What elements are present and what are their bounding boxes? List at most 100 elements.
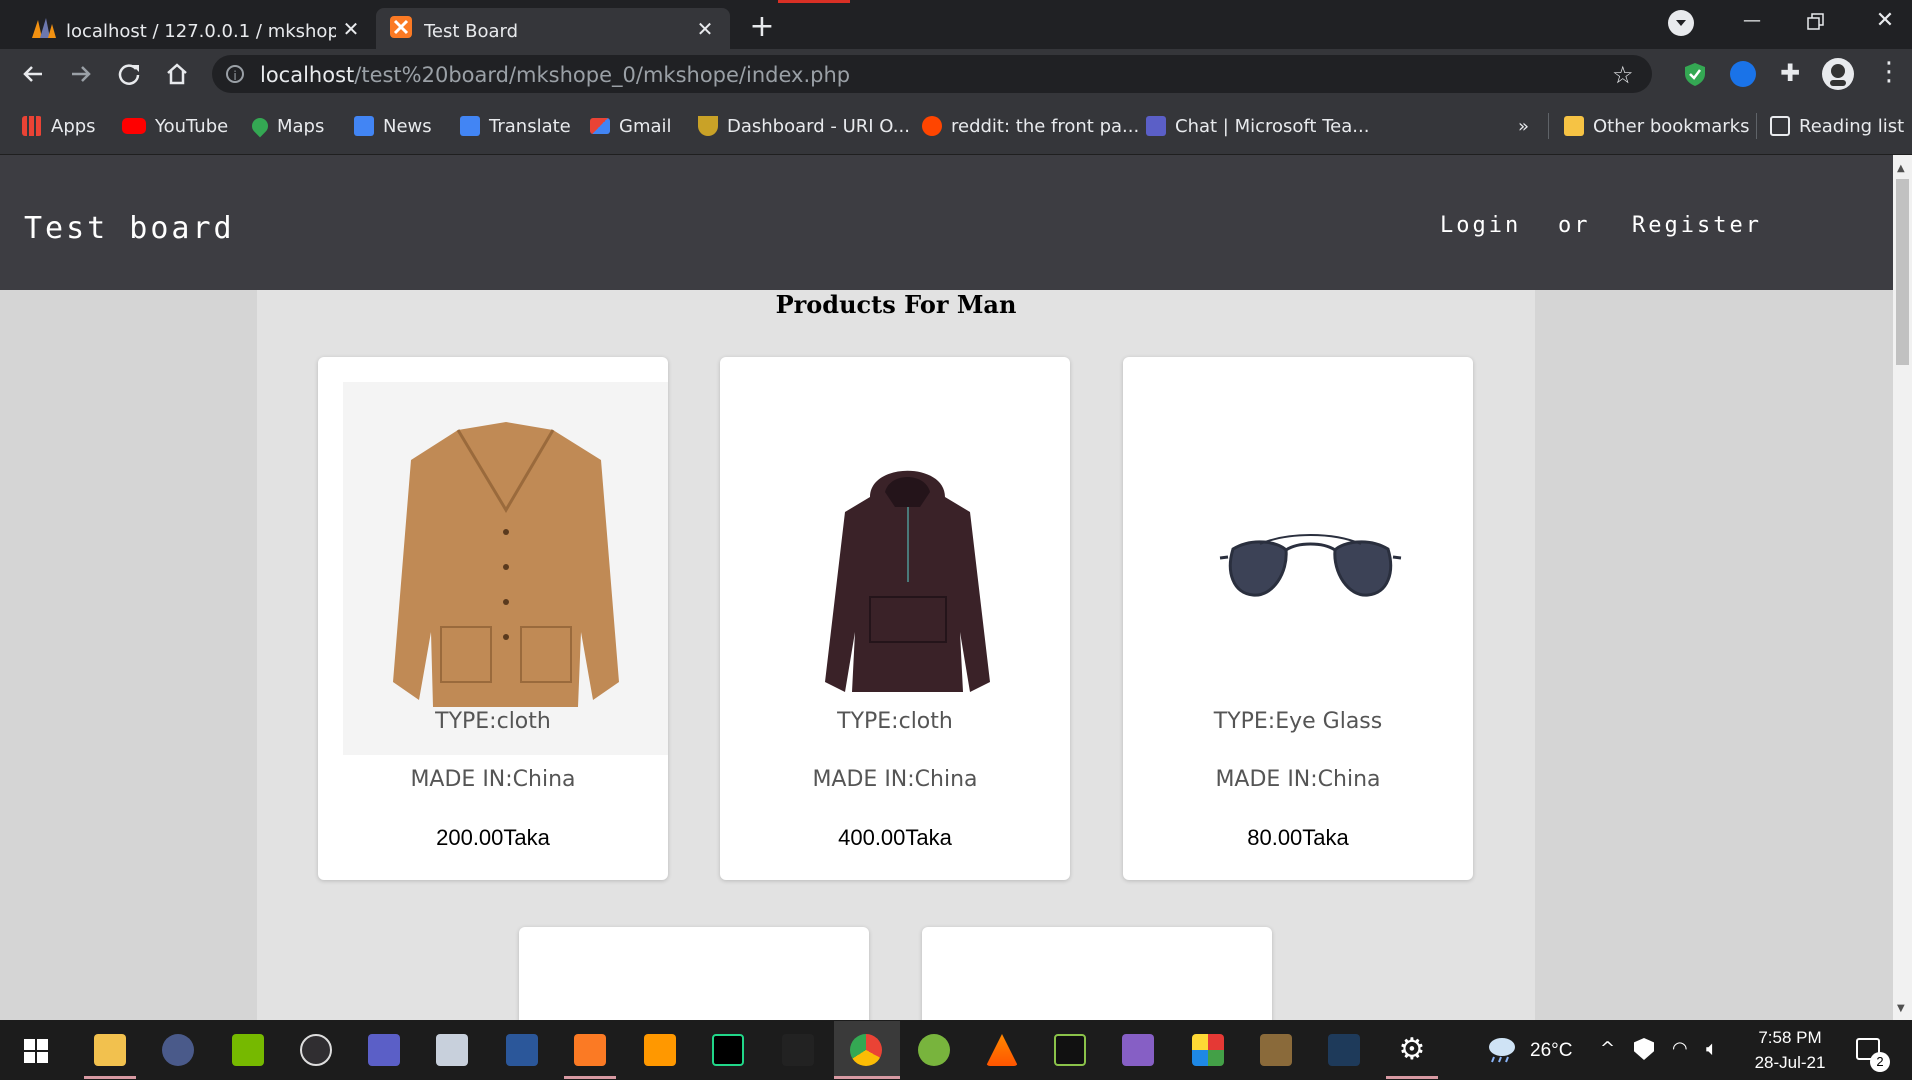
bookmark-news[interactable]: News <box>354 113 432 139</box>
bookmarks-divider <box>1756 113 1757 139</box>
product-origin: MADE IN:China <box>410 767 576 792</box>
reddit-icon <box>922 116 942 136</box>
home-icon[interactable] <box>160 57 194 91</box>
vlc-icon[interactable] <box>986 1034 1018 1066</box>
bookmark-label: Maps <box>277 115 325 137</box>
bookmark-label: Gmail <box>619 115 672 137</box>
teams-icon <box>1146 116 1166 136</box>
url-text[interactable]: localhost/test%20board/mkshope_0/mkshope… <box>260 63 850 87</box>
reading-list-icon <box>1770 116 1790 136</box>
product-card[interactable]: TYPE:Eye Glass MADE IN:China 80.00Taka <box>1123 357 1473 880</box>
product-card[interactable]: TYPE:cloth MADE IN:China 400.00Taka <box>720 357 1070 880</box>
tab-close-icon[interactable]: ✕ <box>694 18 716 40</box>
settings-gear-icon[interactable]: ⚙ <box>1396 1034 1428 1066</box>
bookmark-star-icon[interactable]: ☆ <box>1612 61 1634 89</box>
login-link[interactable]: Login <box>1440 213 1521 238</box>
app-grid-icon[interactable] <box>1192 1034 1224 1066</box>
loading-indicator <box>778 0 850 3</box>
bookmark-dashboard[interactable]: Dashboard - URI O... <box>698 113 910 139</box>
reload-icon[interactable] <box>112 57 146 91</box>
bookmarks-divider <box>1548 113 1549 139</box>
products-section: Products For Man TYPE:cloth MADE IN:Chin… <box>257 290 1535 1020</box>
close-window-icon[interactable]: ✕ <box>1872 8 1898 34</box>
windows-start-icon[interactable] <box>24 1039 48 1063</box>
adblock-shield-icon[interactable] <box>1682 61 1708 87</box>
bookmark-label: YouTube <box>155 115 229 137</box>
restore-icon[interactable] <box>1804 10 1828 34</box>
vpn-globe-icon[interactable] <box>1730 61 1756 87</box>
bookmark-translate[interactable]: Translate <box>460 113 571 139</box>
product-price: 200.00Taka <box>436 825 550 850</box>
bookmark-other[interactable]: Other bookmarks <box>1564 113 1749 139</box>
bookmark-label: Reading list <box>1799 115 1905 137</box>
obs-icon[interactable] <box>300 1034 332 1066</box>
weather-icon[interactable] <box>1484 1034 1518 1064</box>
notification-count-badge: 2 <box>1870 1052 1890 1072</box>
bookmark-label: News <box>383 115 432 137</box>
product-type: TYPE:Eye Glass <box>1213 709 1383 734</box>
nvidia-icon[interactable] <box>232 1034 264 1066</box>
browser-menu-icon[interactable]: ⋮ <box>1876 59 1902 89</box>
minimize-icon[interactable]: — <box>1740 10 1764 34</box>
url-host: localhost <box>260 63 355 87</box>
weather-temperature[interactable]: 26°C <box>1530 1040 1572 1062</box>
bookmark-maps[interactable]: Maps <box>248 113 325 139</box>
gmail-icon <box>590 118 610 134</box>
product-card[interactable] <box>519 927 869 1020</box>
xampp-icon[interactable] <box>574 1034 606 1066</box>
game-icon[interactable] <box>1260 1034 1292 1066</box>
product-image-hoodie[interactable] <box>745 382 1070 755</box>
volume-icon[interactable]: 🔈︎ <box>1706 1036 1718 1060</box>
scroll-up-icon[interactable]: ▲ <box>1897 163 1905 174</box>
extensions-icon[interactable]: ✚ <box>1776 59 1804 87</box>
scroll-down-icon[interactable]: ▼ <box>1897 1003 1905 1014</box>
page-scrollbar[interactable]: ▲ ▼ <box>1893 155 1912 1020</box>
atom-icon[interactable] <box>162 1034 194 1066</box>
bookmarks-overflow-button[interactable]: » <box>1518 113 1529 139</box>
clock-time[interactable]: 7:58 PM <box>1752 1028 1828 1048</box>
bookmark-label: Dashboard - URI O... <box>727 115 910 137</box>
scrollbar-thumb[interactable] <box>1896 179 1909 365</box>
register-link[interactable]: Register <box>1632 213 1762 238</box>
file-explorer-icon[interactable] <box>94 1034 126 1066</box>
bookmark-youtube[interactable]: YouTube <box>122 113 228 139</box>
visual-studio-icon[interactable] <box>1122 1034 1154 1066</box>
pycharm-icon[interactable] <box>712 1034 744 1066</box>
bookmark-apps[interactable]: Apps <box>22 113 96 139</box>
bookmark-gmail[interactable]: Gmail <box>590 113 672 139</box>
teams-icon[interactable] <box>368 1034 400 1066</box>
clock-date[interactable]: 28-Jul-21 <box>1752 1053 1828 1073</box>
profile-avatar[interactable] <box>1822 58 1854 90</box>
tray-chevron-icon[interactable]: ^ <box>1600 1038 1615 1059</box>
bookmark-reddit[interactable]: reddit: the front pa... <box>922 113 1139 139</box>
product-card[interactable] <box>922 927 1272 1020</box>
wifi-icon[interactable]: ◠ <box>1672 1038 1688 1059</box>
product-card[interactable]: TYPE:cloth MADE IN:China 200.00Taka <box>318 357 668 880</box>
far-cry-icon[interactable] <box>1328 1034 1360 1066</box>
word-icon[interactable] <box>506 1034 538 1066</box>
task-manager-icon[interactable] <box>436 1034 468 1066</box>
product-image-sunglasses[interactable] <box>1148 382 1473 755</box>
back-icon[interactable] <box>16 57 50 91</box>
security-shield-icon[interactable] <box>1634 1038 1654 1060</box>
site-title[interactable]: Test board <box>24 211 235 246</box>
active-app-indicator <box>1386 1076 1438 1079</box>
tab-test-board[interactable]: Test Board ✕ <box>376 8 730 49</box>
forward-icon[interactable] <box>64 57 98 91</box>
cpu-monitor-icon[interactable] <box>1054 1034 1086 1066</box>
tab-close-icon[interactable]: ✕ <box>340 18 362 40</box>
utorrent-icon[interactable] <box>918 1034 950 1066</box>
address-bar[interactable]: i localhost/test%20board/mkshope_0/mksho… <box>212 55 1652 93</box>
bookmark-teams-chat[interactable]: Chat | Microsoft Tea... <box>1146 113 1369 139</box>
active-app-indicator <box>84 1076 136 1079</box>
sublime-text-icon[interactable] <box>644 1034 676 1066</box>
chrome-icon[interactable] <box>850 1034 882 1066</box>
tab-phpmyadmin[interactable]: localhost / 127.0.0.1 / mkshope / ✕ <box>8 8 368 49</box>
site-info-icon[interactable]: i <box>226 65 244 83</box>
reading-list-button[interactable]: Reading list <box>1770 113 1904 139</box>
new-tab-button[interactable]: + <box>746 12 778 44</box>
media-player-icon[interactable] <box>782 1034 814 1066</box>
browser-tab-strip: localhost / 127.0.0.1 / mkshope / ✕ Test… <box>0 0 1912 49</box>
product-image-jacket[interactable] <box>343 382 668 755</box>
tab-search-icon[interactable] <box>1668 10 1694 36</box>
